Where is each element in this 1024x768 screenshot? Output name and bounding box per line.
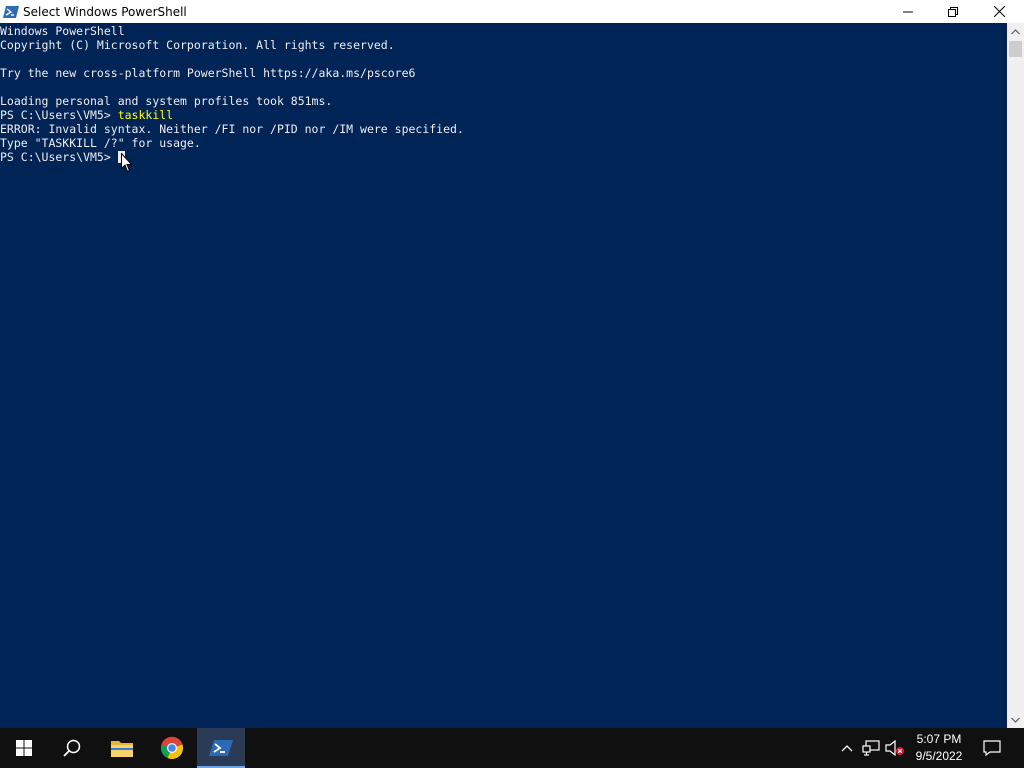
error-line: ERROR: Invalid syntax. Neither /FI nor /…: [0, 122, 464, 136]
scroll-down-button[interactable]: [1007, 711, 1024, 728]
close-button[interactable]: [976, 0, 1022, 23]
chevron-up-icon: [841, 745, 853, 752]
powershell-app-icon: [3, 5, 19, 18]
volume-muted-icon: [885, 740, 904, 756]
restore-button[interactable]: [930, 0, 976, 23]
action-center-button[interactable]: [977, 728, 1007, 768]
notification-icon: [983, 740, 1001, 756]
chrome-icon: [160, 736, 184, 759]
title-bar[interactable]: Select Windows PowerShell: [0, 0, 1024, 23]
clock-date: 9/5/2022: [915, 749, 963, 763]
vertical-scrollbar[interactable]: [1007, 23, 1024, 728]
window-title: Select Windows PowerShell: [23, 4, 187, 19]
restore-icon: [948, 6, 958, 17]
chrome-button[interactable]: [148, 728, 196, 768]
console-prompt-line: PS C:\Users\VM5> taskkill: [0, 108, 1007, 122]
search-icon: [63, 739, 81, 757]
powershell-icon: [209, 740, 233, 756]
console-line: Copyright (C) Microsoft Corporation. All…: [0, 38, 395, 52]
start-icon: [16, 740, 32, 756]
minimize-button[interactable]: [885, 0, 931, 23]
volume-button[interactable]: [885, 738, 905, 758]
console-line: Loading personal and system profiles too…: [0, 94, 333, 108]
network-icon: [862, 740, 880, 756]
prompt-text: PS C:\Users\VM5>: [0, 150, 118, 164]
minimize-icon: [903, 11, 913, 12]
file-explorer-button[interactable]: [98, 728, 146, 768]
scrollbar-thumb[interactable]: [1009, 41, 1022, 57]
console-line: Windows PowerShell: [0, 24, 125, 38]
console-line: Try the new cross-platform PowerShell ht…: [0, 66, 416, 80]
console-line: Type "TASKKILL /?" for usage.: [0, 136, 201, 150]
search-button[interactable]: [48, 728, 96, 768]
start-button[interactable]: [0, 728, 48, 768]
prompt-text: PS C:\Users\VM5>: [0, 108, 118, 122]
network-button[interactable]: [861, 738, 881, 758]
mouse-pointer-icon: [121, 153, 133, 173]
command-text: taskkill: [117, 108, 174, 122]
taskbar: 5:07 PM 9/5/2022: [0, 728, 1024, 768]
close-icon: [993, 6, 1005, 17]
scroll-up-button[interactable]: [1007, 23, 1024, 40]
powershell-taskbar-button[interactable]: [197, 728, 245, 768]
show-hidden-icons-button[interactable]: [837, 738, 857, 758]
taskbar-clock[interactable]: 5:07 PM 9/5/2022: [908, 730, 970, 766]
console-output[interactable]: Windows PowerShell Copyright (C) Microso…: [0, 23, 1007, 728]
chevron-up-icon: [1011, 28, 1020, 34]
clock-time: 5:07 PM: [916, 732, 962, 746]
file-explorer-icon: [111, 741, 133, 757]
chevron-down-icon: [1011, 717, 1020, 723]
console-input-line[interactable]: PS C:\Users\VM5>: [0, 150, 1007, 164]
